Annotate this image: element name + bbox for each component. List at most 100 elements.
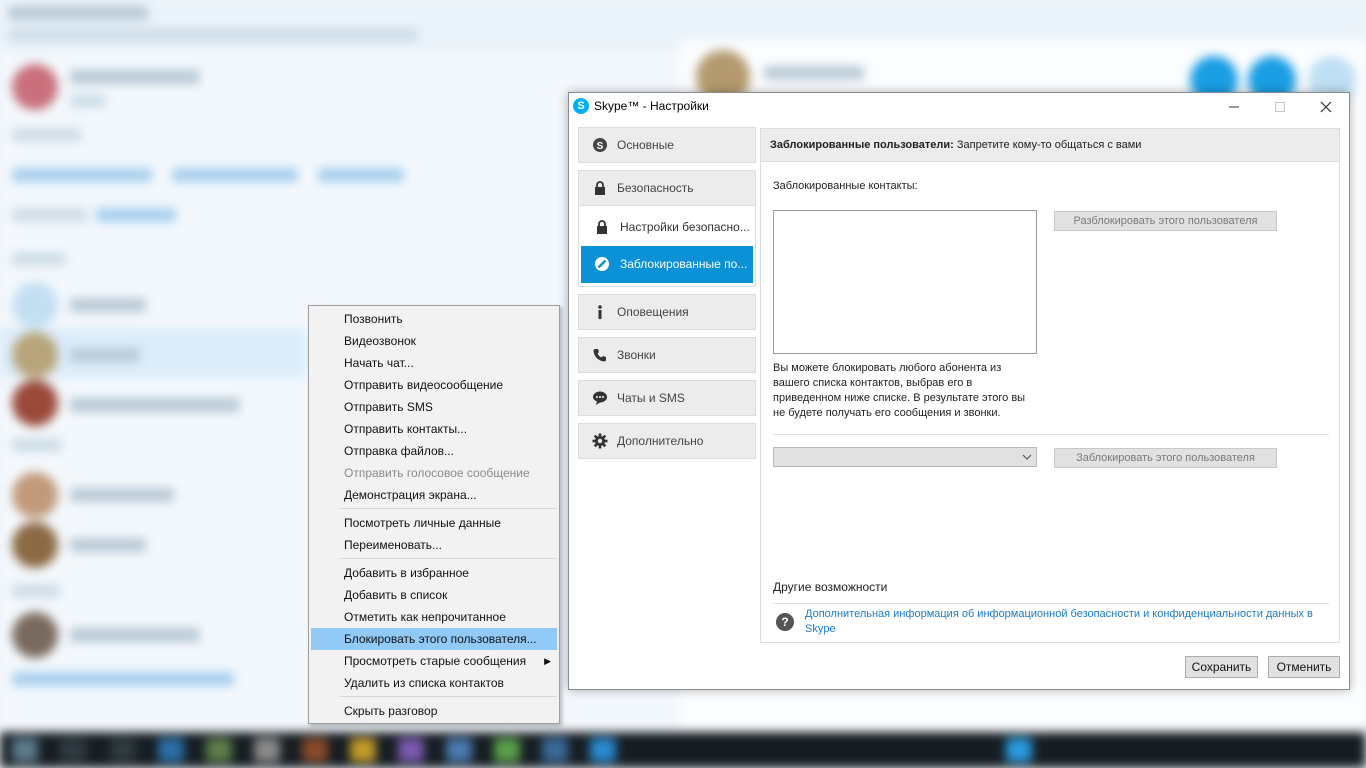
bg-avatar xyxy=(12,282,58,328)
help-icon: ? xyxy=(776,613,794,631)
bg-text xyxy=(12,672,234,686)
menu-item-send-video-message[interactable]: Отправить видеосообщение xyxy=(311,374,557,396)
menu-item-view-profile[interactable]: Посмотреть личные данные xyxy=(311,512,557,534)
chevron-down-icon xyxy=(1022,454,1032,460)
bg-text xyxy=(70,488,174,502)
nav-calls[interactable]: Звонки xyxy=(578,337,756,373)
nav-notifications[interactable]: Оповещения xyxy=(578,294,756,330)
blocked-contacts-label: Заблокированные контакты: xyxy=(773,180,918,192)
blocked-contacts-list[interactable] xyxy=(773,210,1037,354)
menu-item-remove-contact[interactable]: Удалить из списка контактов xyxy=(311,672,557,694)
settings-dialog: S Skype™ - Настройки S Основные Безопасн… xyxy=(568,92,1350,690)
cancel-button[interactable]: Отменить xyxy=(1268,656,1340,678)
menu-item-video-call[interactable]: Видеозвонок xyxy=(311,330,557,352)
bg-taskbar-icon xyxy=(206,738,232,762)
menu-separator xyxy=(339,558,557,559)
bg-avatar xyxy=(12,380,58,426)
nav-label: Дополнительно xyxy=(617,434,704,448)
menu-separator xyxy=(339,696,557,697)
chat-bubble-icon xyxy=(593,391,607,405)
bg-avatar xyxy=(12,612,58,658)
nav-label: Звонки xyxy=(617,348,656,362)
submenu-arrow-icon: ▶ xyxy=(544,656,551,666)
bg-menu-bar xyxy=(8,6,148,20)
divider xyxy=(773,434,1329,435)
close-icon xyxy=(1320,101,1332,113)
menu-item-send-contacts[interactable]: Отправить контакты... xyxy=(311,418,557,440)
bg-text xyxy=(764,66,864,80)
panel-header-subtitle: Запретите кому-то общаться с вами xyxy=(953,139,1142,151)
nav-advanced[interactable]: Дополнительно xyxy=(578,423,756,459)
bg-text xyxy=(70,348,140,362)
block-user-button: Заблокировать этого пользователя xyxy=(1054,448,1277,468)
nav-general[interactable]: S Основные xyxy=(578,127,756,163)
bg-text xyxy=(172,168,298,182)
bg-avatar xyxy=(12,522,58,568)
maximize-icon xyxy=(1275,102,1285,112)
menu-item-add-to-list[interactable]: Добавить в список xyxy=(311,584,557,606)
bg-text xyxy=(12,168,152,182)
bg-taskbar-icon xyxy=(494,738,520,762)
nav-security-settings[interactable]: Настройки безопасно... xyxy=(581,209,753,246)
phone-icon xyxy=(593,349,606,362)
menu-item-view-old-messages[interactable]: Просмотреть старые сообщения ▶ xyxy=(311,650,557,672)
privacy-info-link[interactable]: Дополнительная информация об информацион… xyxy=(805,607,1325,637)
menu-item-block-user[interactable]: Блокировать этого пользователя... xyxy=(311,628,557,650)
menu-item-send-voice-message: Отправить голосовое сообщение xyxy=(344,466,530,480)
nav-security[interactable]: Безопасность xyxy=(578,170,756,206)
bg-text xyxy=(318,168,404,182)
menu-item-screen-share[interactable]: Демонстрация экрана... xyxy=(311,484,557,506)
bg-text xyxy=(12,128,82,142)
minimize-icon xyxy=(1229,106,1239,108)
bg-text xyxy=(12,584,60,598)
panel-header: Заблокированные пользователи: Запретите … xyxy=(760,128,1340,162)
bg-taskbar-icon xyxy=(254,738,280,762)
other-options-label: Другие возможности xyxy=(773,580,888,594)
bg-taskbar-icon xyxy=(158,738,184,762)
menu-separator xyxy=(339,508,557,509)
block-icon xyxy=(595,257,609,271)
contact-select[interactable] xyxy=(773,447,1037,467)
save-button[interactable]: Сохранить xyxy=(1185,656,1258,678)
bg-taskbar-icon xyxy=(1006,738,1032,762)
bg-text xyxy=(70,628,200,642)
bg-taskbar-icon xyxy=(590,738,616,762)
bg-text xyxy=(96,208,176,222)
bg-taskbar-icon xyxy=(398,738,424,762)
minimize-button[interactable] xyxy=(1211,93,1257,121)
nav-label: Чаты и SMS xyxy=(617,391,685,405)
bg-text xyxy=(70,298,146,312)
menu-item-mark-unread[interactable]: Отметить как непрочитанное xyxy=(311,606,557,628)
nav-chats-sms[interactable]: Чаты и SMS xyxy=(578,380,756,416)
settings-nav: S Основные Безопасность Настройки безопа… xyxy=(578,127,756,466)
menu-item-send-files[interactable]: Отправка файлов... xyxy=(311,440,557,462)
bg-taskbar-icon xyxy=(302,738,328,762)
panel-header-title: Заблокированные пользователи: xyxy=(770,139,954,151)
block-description: Вы можете блокировать любого абонента из… xyxy=(773,362,1026,419)
nav-blocked-users[interactable]: Заблокированные по... xyxy=(581,246,753,283)
lock-icon xyxy=(595,181,605,195)
skype-logo-icon: S xyxy=(573,98,589,114)
nav-label: Заблокированные по... xyxy=(620,257,748,271)
bg-avatar xyxy=(12,472,58,518)
close-button[interactable] xyxy=(1303,93,1349,121)
nav-label: Настройки безопасно... xyxy=(620,220,750,234)
gear-icon xyxy=(592,433,608,449)
menu-item-call[interactable]: Позвонить xyxy=(311,308,557,330)
bg-menu-bar xyxy=(8,28,418,42)
bg-text xyxy=(12,208,88,222)
bg-text xyxy=(70,398,240,412)
menu-item-send-sms[interactable]: Отправить SMS xyxy=(311,396,557,418)
blocked-users-panel: Заблокированные пользователи: Запретите … xyxy=(760,128,1340,643)
bg-taskbar-icon xyxy=(12,738,38,762)
bg-text xyxy=(70,538,146,552)
nav-label: Безопасность xyxy=(617,181,694,195)
bg-taskbar-icon xyxy=(60,738,86,762)
nav-security-group: Настройки безопасно... Заблокированные п… xyxy=(578,206,756,287)
menu-item-hide-conversation[interactable]: Скрыть разговор xyxy=(311,700,557,722)
menu-item-start-chat[interactable]: Начать чат... xyxy=(311,352,557,374)
menu-item-add-favorites[interactable]: Добавить в избранное xyxy=(311,562,557,584)
menu-item-rename[interactable]: Переименовать... xyxy=(311,534,557,556)
bg-text xyxy=(70,94,106,108)
dialog-titlebar[interactable]: S Skype™ - Настройки xyxy=(569,93,1349,121)
